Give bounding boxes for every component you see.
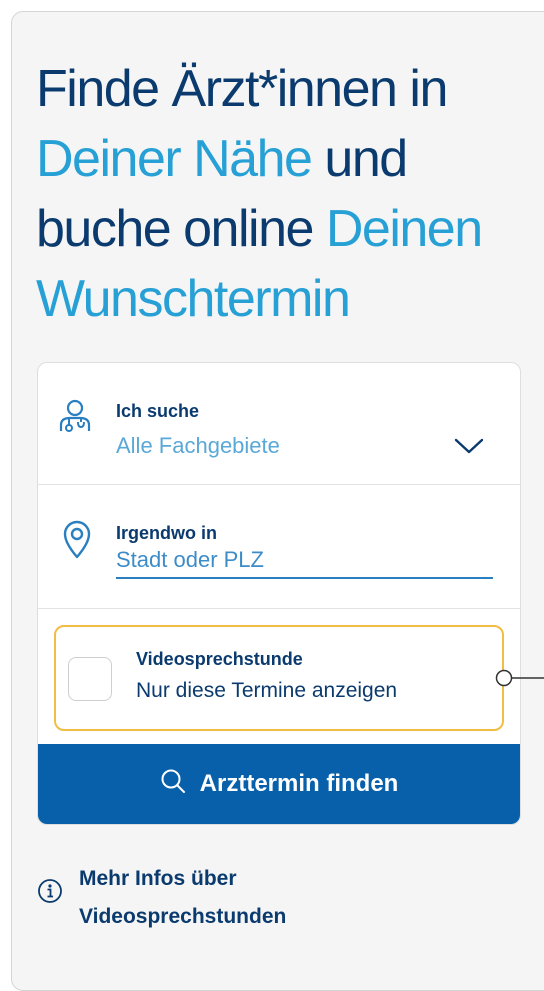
find-appointment-label: Arzttermin finden xyxy=(199,770,399,797)
video-consultation-filter[interactable]: Videosprechstunde Nur diese Termine anze… xyxy=(54,625,504,731)
callout-connector xyxy=(495,669,544,687)
video-consultation-subtitle: Nur diese Termine anzeigen xyxy=(136,679,398,702)
title-part-1: Finde Ärzt*innen in xyxy=(36,60,448,118)
more-info-line-1: Mehr Infos über xyxy=(79,867,237,890)
location-row: Irgendwo in xyxy=(38,485,520,609)
chevron-down-icon[interactable] xyxy=(454,437,484,460)
specialty-label: Ich suche xyxy=(116,401,200,421)
video-consultation-checkbox[interactable] xyxy=(68,657,112,701)
page-title: Finde Ärzt*innen in Deiner Nähe und buch… xyxy=(36,54,536,334)
more-info-link[interactable]: Mehr Infos über Videosprechstunden xyxy=(37,860,437,940)
specialty-value: Alle Fachgebiete xyxy=(116,433,280,458)
more-info-text: Mehr Infos über Videosprechstunden xyxy=(79,860,286,936)
location-input[interactable] xyxy=(116,543,493,579)
search-icon xyxy=(160,768,186,801)
specialty-select[interactable]: Ich suche Alle Fachgebiete xyxy=(38,363,520,485)
location-label: Irgendwo in xyxy=(116,523,217,543)
doctor-icon xyxy=(58,399,92,440)
location-pin-icon xyxy=(62,519,92,564)
search-form: Ich suche Alle Fachgebiete Irgendwo in V… xyxy=(37,362,521,825)
title-highlight-1: Deiner Nähe xyxy=(36,130,313,188)
info-icon xyxy=(37,878,63,909)
find-appointment-button[interactable]: Arzttermin finden xyxy=(38,744,520,824)
video-consultation-title: Videosprechstunde xyxy=(136,649,303,669)
more-info-line-2: Videosprechstunden xyxy=(79,905,287,928)
